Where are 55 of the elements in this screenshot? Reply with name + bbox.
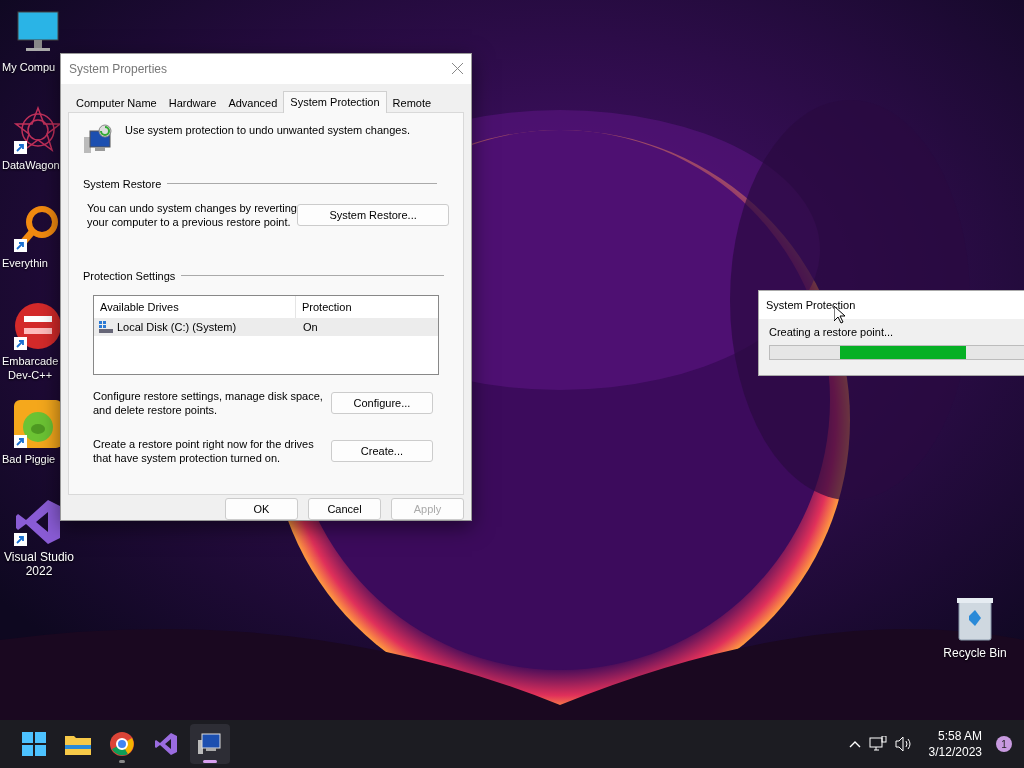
desktop-icon-label[interactable]: Embarcade Dev-C++: [0, 354, 59, 382]
desktop-icon-label[interactable]: Visual Studio 2022: [4, 550, 74, 578]
clock-time[interactable]: 5:58 AM: [937, 728, 982, 744]
intro-text: Use system protection to undo unwanted system changes.: [125, 122, 410, 137]
dev-cpp-icon: [14, 302, 62, 350]
table-row[interactable]: Local Disk (C:) (System) On: [94, 317, 438, 336]
drive-icon: [99, 320, 113, 333]
shortcut-arrow-icon: [14, 533, 27, 546]
dialog-button[interactable]: Cancel: [308, 498, 381, 520]
desktop-icon-label[interactable]: DataWagon: [0, 158, 60, 172]
browser-icon[interactable]: [110, 732, 134, 756]
description-text: Create a restore point right now for the drives that have system protection turned on.: [93, 436, 315, 465]
close-icon[interactable]: [452, 63, 463, 75]
description-text: You can undo system changes by reverting your computer to a previous restore point.: [87, 200, 298, 229]
section-heading: Protection Settings: [83, 268, 176, 283]
dialog-button[interactable]: OK: [225, 498, 298, 520]
shortcut-arrow-icon: [14, 141, 27, 154]
desktop-icon-image[interactable]: [14, 106, 62, 154]
visual-studio-icon[interactable]: [154, 732, 178, 756]
tab[interactable]: System Protection: [283, 90, 387, 113]
desktop-icon-label[interactable]: My Compu: [0, 60, 56, 74]
action-button[interactable]: Configure...: [330, 391, 433, 414]
star-pattern-icon: [14, 106, 62, 154]
column-header[interactable]: Available Drives: [94, 295, 296, 318]
table-cell: Local Disk (C:) (System): [117, 320, 237, 333]
recycle-bin-icon[interactable]: [955, 596, 995, 642]
description-text: Configure restore settings, manage disk space, and delete restore points.: [93, 388, 324, 417]
desktop-icon-label[interactable]: Everythin: [0, 256, 48, 270]
desktop-icon-label[interactable]: Recycle Bin: [943, 646, 1007, 660]
desktop-icon-image[interactable]: [14, 498, 62, 546]
desktop-icon-label[interactable]: Bad Piggie: [0, 452, 56, 466]
folder-icon[interactable]: [65, 733, 91, 755]
section-heading: System Restore: [83, 176, 162, 191]
restore-computer-icon: [83, 122, 115, 155]
clock-date[interactable]: 3/12/2023: [928, 744, 982, 760]
shortcut-arrow-icon: [14, 337, 27, 350]
shortcut-arrow-icon: [14, 239, 27, 252]
running-indicator: [119, 760, 125, 763]
start-icon[interactable]: [22, 732, 46, 756]
running-indicator: [203, 760, 217, 763]
shortcut-arrow-icon: [14, 435, 27, 448]
table-cell: On: [303, 320, 318, 333]
status-text: Creating a restore point...: [769, 326, 894, 338]
window-title: System Properties: [69, 61, 168, 76]
visual-studio-icon: [14, 498, 62, 546]
action-button[interactable]: Create...: [330, 439, 433, 462]
network-icon[interactable]: [868, 736, 887, 752]
notification-badge[interactable]: 1: [996, 736, 1012, 752]
column-header[interactable]: Protection: [296, 295, 438, 318]
speaker-icon[interactable]: [894, 736, 913, 752]
computer-icon[interactable]: [198, 732, 222, 756]
system-restore-button[interactable]: System Restore...: [297, 203, 449, 226]
desktop-icon-image[interactable]: [14, 302, 62, 350]
chevron-up-icon[interactable]: [848, 740, 861, 748]
window-title: System Protection: [766, 298, 856, 312]
